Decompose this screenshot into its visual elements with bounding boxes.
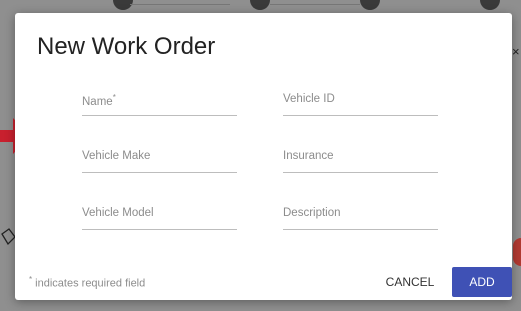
description-field-label: Description xyxy=(283,207,341,219)
background-divider xyxy=(130,4,230,5)
vehicle-model-field-label: Vehicle Model xyxy=(82,207,154,219)
background-icon xyxy=(250,0,270,10)
insurance-field[interactable]: Insurance xyxy=(283,150,438,184)
background-icon xyxy=(360,0,380,10)
close-icon: × xyxy=(512,44,520,59)
background-fab xyxy=(513,238,521,266)
cancel-button[interactable]: CANCEL xyxy=(373,267,447,297)
vehicle-make-field-label: Vehicle Make xyxy=(82,150,151,162)
add-button[interactable]: ADD xyxy=(452,267,512,297)
tag-icon xyxy=(1,228,16,246)
vehicle-make-field[interactable]: Vehicle Make xyxy=(82,150,237,184)
required-field-note-text: indicates required field xyxy=(32,277,146,290)
dialog-title: New Work Order xyxy=(37,33,216,60)
vehicle-id-field[interactable]: Vehicle ID xyxy=(283,93,438,127)
required-field-note: * indicates required field xyxy=(29,275,145,290)
vehicle-id-field-label: Vehicle ID xyxy=(283,93,335,105)
background-icon xyxy=(480,0,500,10)
required-asterisk: * xyxy=(112,93,116,102)
name-field-label: Name* xyxy=(82,93,116,108)
name-field-underline xyxy=(82,115,237,116)
description-field-underline xyxy=(283,229,438,230)
vehicle-make-field-underline xyxy=(82,172,237,173)
new-work-order-dialog: New Work Order Name* Vehicle ID Vehicle … xyxy=(15,13,512,300)
vehicle-id-field-underline xyxy=(283,115,438,116)
background-divider xyxy=(270,4,360,5)
insurance-field-underline xyxy=(283,172,438,173)
description-field[interactable]: Description xyxy=(283,207,438,241)
vehicle-model-field[interactable]: Vehicle Model xyxy=(82,207,237,241)
name-field[interactable]: Name* xyxy=(82,93,237,127)
background-icon xyxy=(113,0,133,10)
vehicle-model-field-underline xyxy=(82,229,237,230)
insurance-field-label: Insurance xyxy=(283,150,334,162)
